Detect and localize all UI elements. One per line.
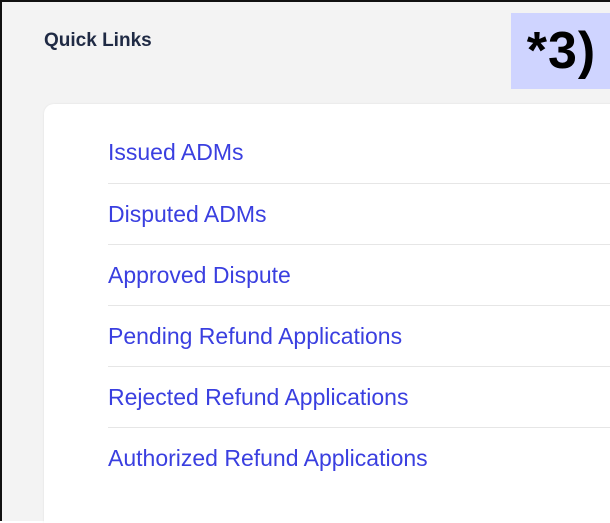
list-item: Rejected Refund Applications	[108, 367, 610, 428]
issued-adms-link[interactable]: Issued ADMs	[108, 139, 244, 165]
list-item: Authorized Refund Applications	[108, 428, 610, 489]
quick-links-list: Issued ADMs Disputed ADMs Approved Dispu…	[108, 104, 610, 489]
list-item: Disputed ADMs	[108, 184, 610, 245]
quick-links-panel: Quick Links *3) Issued ADMs Disputed ADM…	[0, 0, 610, 523]
list-item: Issued ADMs	[108, 104, 610, 184]
annotation-badge: *3)	[511, 13, 610, 89]
list-item: Approved Dispute	[108, 245, 610, 306]
pending-refund-applications-link[interactable]: Pending Refund Applications	[108, 323, 402, 349]
authorized-refund-applications-link[interactable]: Authorized Refund Applications	[108, 445, 428, 471]
approved-dispute-link[interactable]: Approved Dispute	[108, 262, 291, 288]
panel-title: Quick Links	[44, 30, 152, 51]
quick-links-card: Issued ADMs Disputed ADMs Approved Dispu…	[44, 104, 610, 523]
list-item: Pending Refund Applications	[108, 306, 610, 367]
rejected-refund-applications-link[interactable]: Rejected Refund Applications	[108, 384, 408, 410]
disputed-adms-link[interactable]: Disputed ADMs	[108, 201, 267, 227]
